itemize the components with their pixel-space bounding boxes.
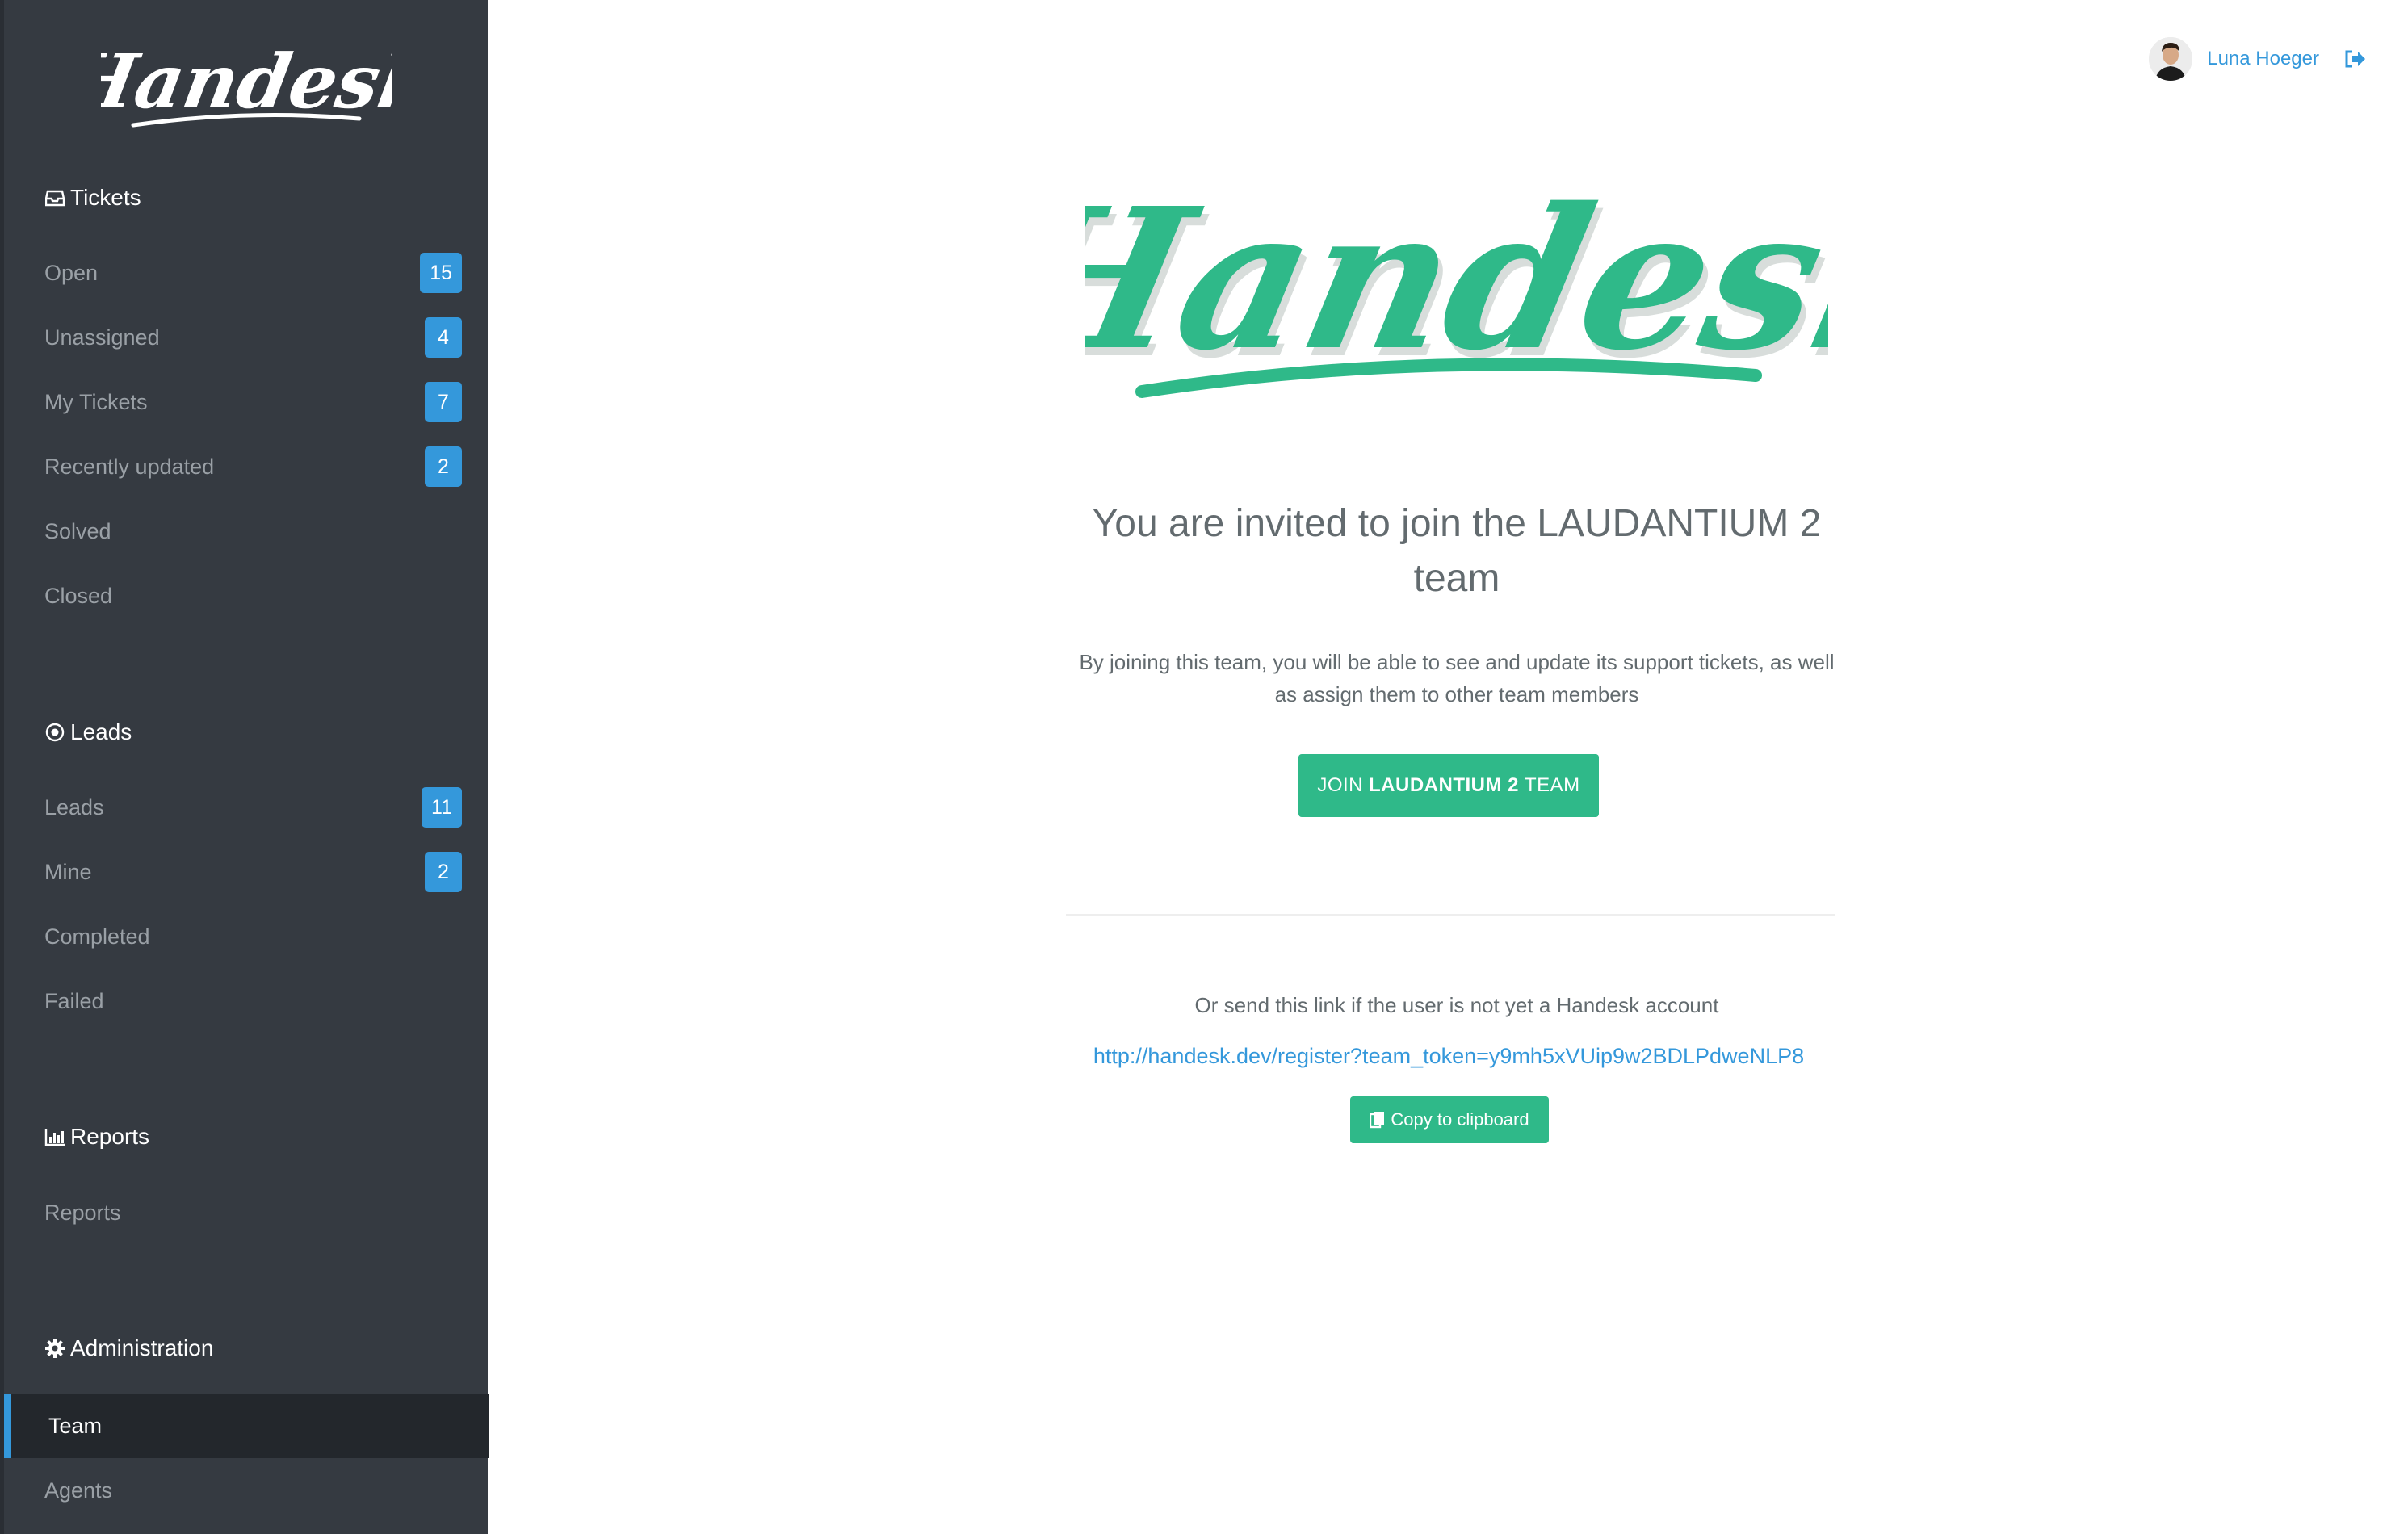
section-leads-label: Leads [70, 719, 132, 744]
bar-chart-icon [44, 1126, 65, 1147]
sidebar-item-label: Failed [44, 988, 104, 1013]
sidebar-item-label: Recently updated [44, 454, 215, 479]
app-root: Handesk Tickets Open 15 Unassigned 4 My … [0, 0, 2408, 1534]
sidebar-item-recently-updated[interactable]: Recently updated 2 [4, 434, 489, 499]
sidebar-item-unassigned[interactable]: Unassigned 4 [4, 305, 489, 370]
svg-text:Handesk: Handesk [101, 38, 392, 125]
clipboard-icon [1370, 1111, 1386, 1129]
sidebar-logo[interactable]: Handesk [4, 24, 489, 145]
gear-icon [44, 1338, 65, 1359]
sidebar-item-label: Mine [44, 859, 92, 884]
description-line: By joining this team, you will be able t… [1079, 650, 1835, 674]
sidebar-item-label: Completed [44, 924, 150, 949]
section-administration-label: Administration [70, 1335, 214, 1360]
main-content: Handesk Handesk You are invited to join … [488, 0, 2408, 1534]
sidebar-item-label: Closed [44, 583, 113, 608]
sidebar-item-label: Leads [44, 794, 104, 819]
join-button-suffix: TEAM [1525, 774, 1580, 796]
invite-title-line: team [1413, 557, 1500, 600]
sidebar: Handesk Tickets Open 15 Unassigned 4 My … [0, 0, 489, 1534]
sidebar-item-agents[interactable]: Agents [4, 1458, 489, 1523]
sidebar-item-label: Agents [44, 1477, 113, 1503]
count-badge: 2 [425, 852, 462, 892]
section-reports: Reports [44, 1117, 149, 1157]
copy-button-label: Copy to clipboard [1391, 1109, 1529, 1130]
count-badge: 15 [420, 253, 462, 293]
join-button-prefix: JOIN [1317, 774, 1363, 796]
sidebar-item-label: Open [44, 260, 99, 285]
sidebar-item-closed[interactable]: Closed [4, 564, 489, 628]
count-badge: 4 [425, 317, 462, 358]
count-badge: 7 [425, 382, 462, 422]
target-icon [44, 722, 65, 743]
count-badge: 2 [425, 446, 462, 487]
sidebar-item-label: Team [48, 1413, 103, 1438]
sidebar-item-open[interactable]: Open 15 [4, 241, 489, 305]
sidebar-item-label: My Tickets [44, 389, 148, 414]
register-link[interactable]: http://handesk.dev/register?team_token=y… [972, 1044, 1925, 1069]
section-leads: Leads [44, 712, 132, 752]
sidebar-item-label: Unassigned [44, 325, 160, 350]
sidebar-item-leads[interactable]: Leads 11 [4, 775, 489, 840]
copy-to-clipboard-button[interactable]: Copy to clipboard [1350, 1096, 1549, 1143]
invite-title-line: You are invited to join the LAUDANTIUM 2 [1092, 502, 1822, 545]
sidebar-item-label: Solved [44, 518, 111, 543]
join-team-button[interactable]: JOIN LAUDANTIUM 2 TEAM [1298, 754, 1599, 817]
count-badge: 11 [422, 787, 462, 828]
divider [1066, 914, 1835, 916]
section-tickets: Tickets [44, 178, 141, 218]
sidebar-item-solved[interactable]: Solved [4, 499, 489, 564]
section-administration: Administration [44, 1328, 213, 1368]
invite-description: By joining this team, you will be able t… [1053, 646, 1861, 710]
sidebar-item-failed[interactable]: Failed [4, 969, 489, 1033]
inbox-icon [44, 187, 65, 208]
sidebar-item-reports[interactable]: Reports [4, 1180, 489, 1245]
handesk-hero-logo: Handesk Handesk [971, 145, 1981, 420]
description-line: as assign them to other team members [1274, 682, 1639, 706]
sidebar-item-completed[interactable]: Completed [4, 904, 489, 969]
invite-title: You are invited to join the LAUDANTIUM 2… [1053, 497, 1861, 606]
join-button-team: LAUDANTIUM 2 [1369, 774, 1519, 796]
send-link-text: Or send this link if the user is not yet… [1194, 993, 1719, 1017]
section-tickets-label: Tickets [70, 185, 141, 210]
sidebar-item-my-tickets[interactable]: My Tickets 7 [4, 370, 489, 434]
handesk-logo: Handesk [101, 38, 392, 128]
section-reports-label: Reports [70, 1124, 150, 1149]
sidebar-item-label: Reports [44, 1200, 121, 1225]
sidebar-item-mine[interactable]: Mine 2 [4, 840, 489, 904]
sidebar-item-team[interactable]: Team [4, 1394, 489, 1458]
